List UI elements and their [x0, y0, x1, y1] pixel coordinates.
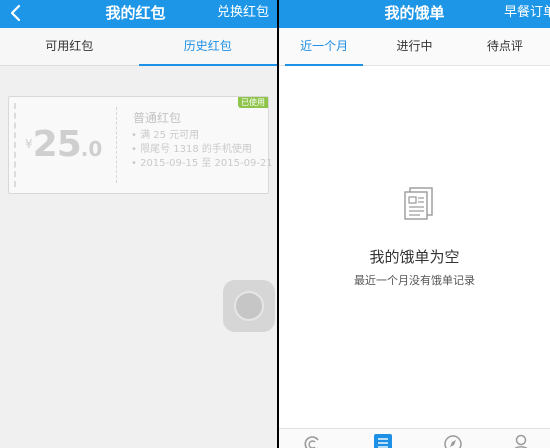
profile-icon[interactable] [511, 434, 531, 448]
tab-in-progress[interactable]: 进行中 [369, 28, 459, 65]
coupon-rule: • 2015-09-15 至 2015-09-21 [131, 158, 273, 169]
coupon-title: 普通红包 [133, 111, 182, 125]
orders-screen: 我的饿单 早餐订单 近一个月 进行中 待点评 我的饿单为空 最近一个月没有饿单记… [279, 0, 550, 448]
used-status-badge: 已使用 [238, 97, 268, 108]
empty-state-subtitle: 最近一个月没有饿单记录 [354, 274, 475, 287]
orders-tabs: 近一个月 进行中 待点评 [279, 28, 550, 66]
order-list-icon[interactable] [373, 434, 393, 448]
redeem-red-packet-button[interactable]: 兑换红包 [217, 0, 269, 26]
amount-integer: 25 [32, 124, 82, 165]
red-packet-screen: 我的红包 兑换红包 可用红包 历史红包 ¥25.0 普通红包 • 满 25 元可… [0, 0, 277, 448]
coupon-perforated-edge [14, 103, 20, 187]
currency-symbol: ¥ [25, 137, 33, 151]
assistive-touch-ring [234, 291, 264, 321]
bottom-tab-bar [279, 428, 550, 448]
orders-nav-bar: 我的饿单 早餐订单 [279, 0, 550, 28]
red-packet-tabs: 可用红包 历史红包 [0, 28, 277, 66]
red-packet-nav-bar: 我的红包 兑换红包 [0, 0, 277, 28]
tab-history[interactable]: 历史红包 [138, 28, 278, 66]
tab-to-review[interactable]: 待点评 [460, 28, 550, 65]
eleme-logo-icon[interactable] [303, 434, 323, 448]
coupon-amount: ¥25.0 [25, 124, 113, 165]
coupon-divider [116, 107, 117, 183]
tab-available[interactable]: 可用红包 [0, 28, 139, 65]
amount-decimal: .0 [80, 137, 103, 161]
document-icon [404, 187, 433, 220]
empty-state-title: 我的饿单为空 [369, 248, 460, 266]
compass-icon[interactable] [443, 434, 463, 448]
coupon-rules: • 满 25 元可用 • 限尾号 1318 的手机使用 • 2015-09-15… [131, 129, 273, 171]
coupon-rule: • 限尾号 1318 的手机使用 [131, 144, 252, 155]
coupon-rule: • 满 25 元可用 [131, 130, 200, 141]
red-packet-card[interactable]: ¥25.0 普通红包 • 满 25 元可用 • 限尾号 1318 的手机使用 •… [8, 96, 273, 194]
assistive-touch-icon[interactable] [223, 280, 275, 332]
tab-last-month[interactable]: 近一个月 [279, 28, 369, 66]
breakfast-orders-button[interactable]: 早餐订单 [504, 0, 550, 26]
